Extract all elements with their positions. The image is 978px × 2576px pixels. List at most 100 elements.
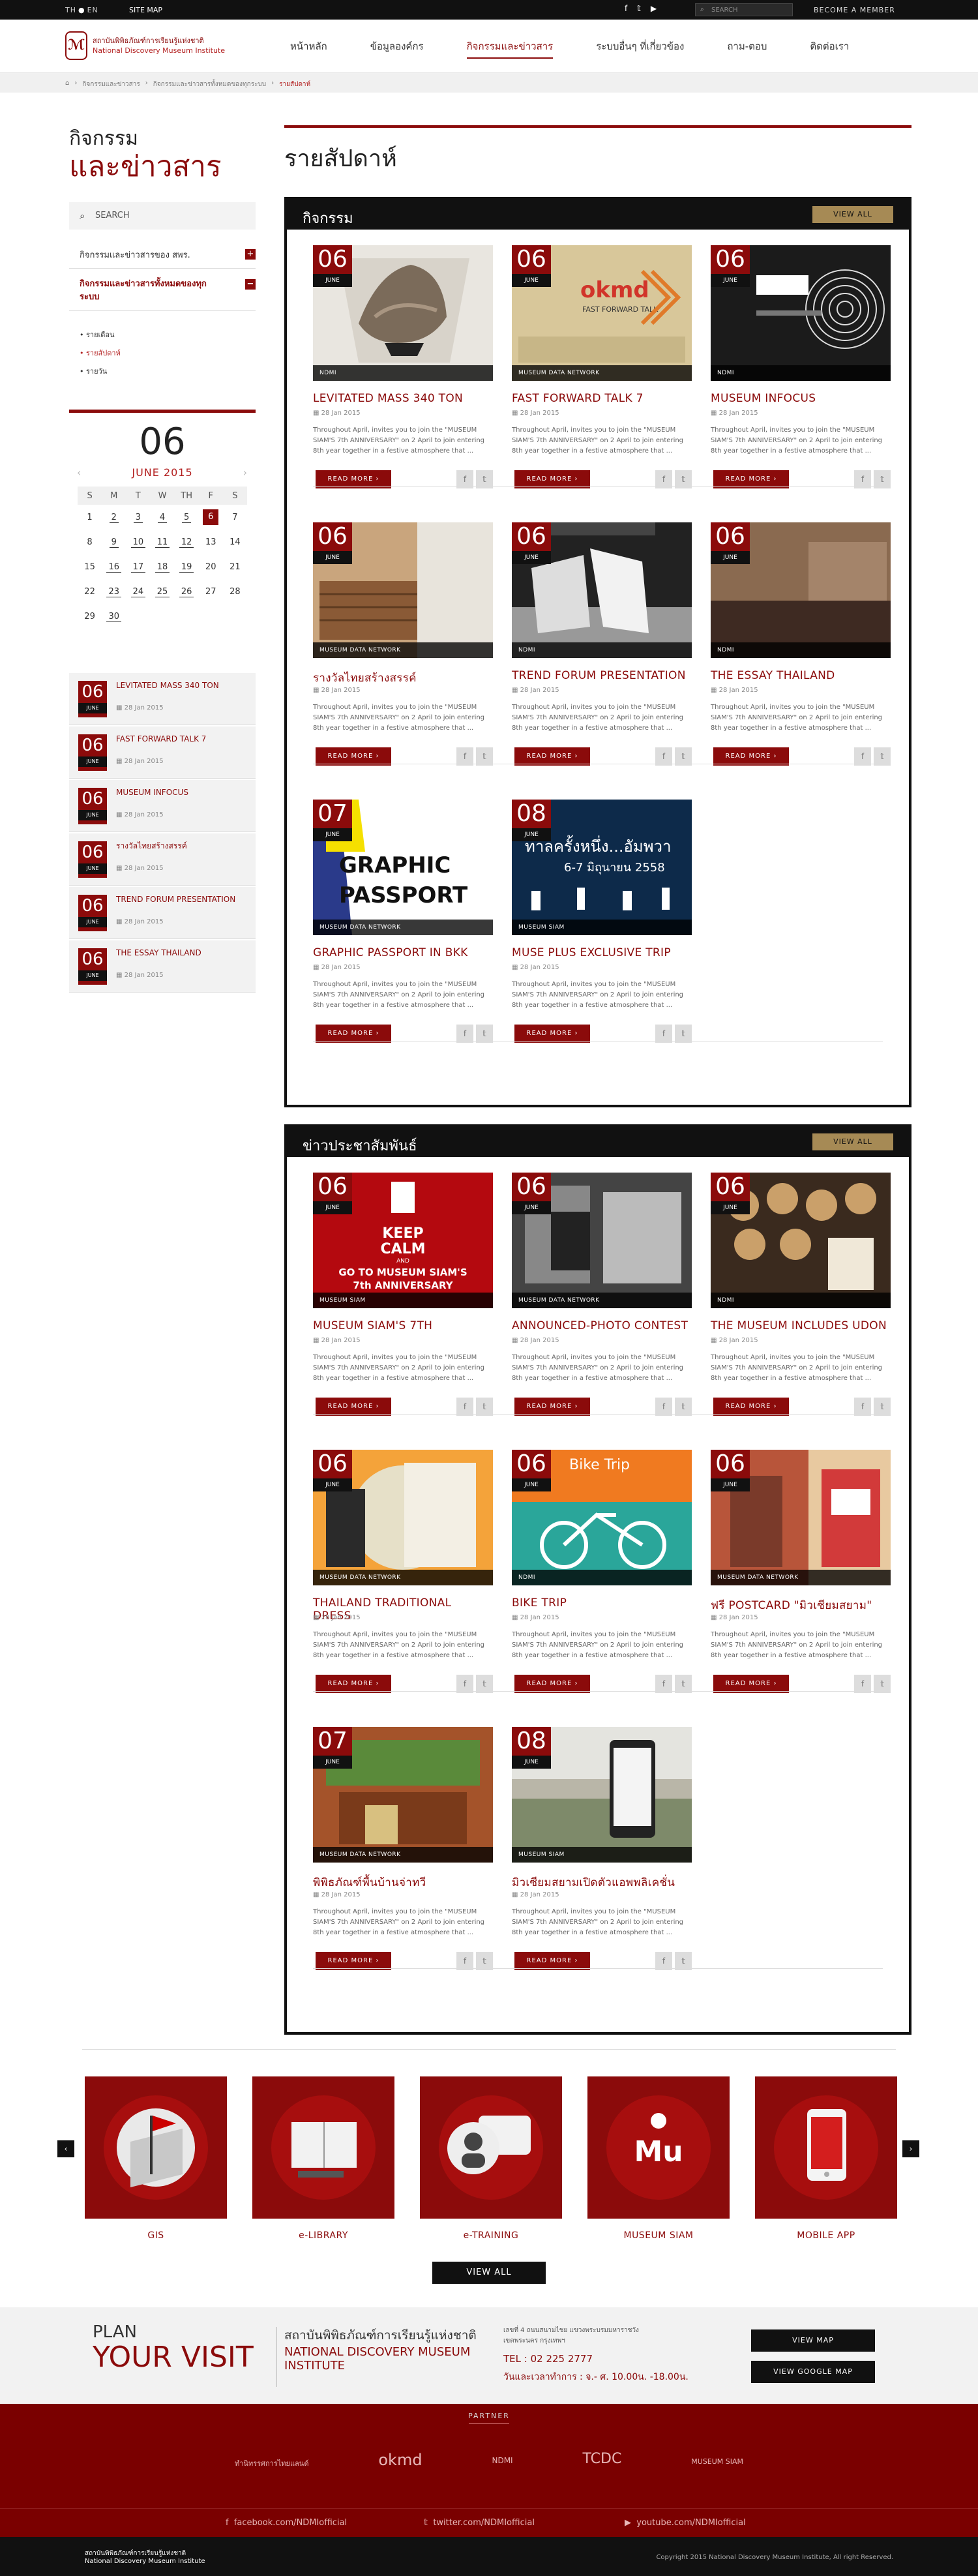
twitter-share-icon[interactable]: 𝕥 (675, 1952, 692, 1970)
calendar-day[interactable]: 8 (78, 530, 102, 554)
facebook-share-icon[interactable]: f (655, 1025, 672, 1043)
quicklink-icon[interactable] (420, 2076, 562, 2219)
read-more-button[interactable]: READ MORE › (316, 470, 391, 488)
calendar-day[interactable]: 20 (199, 554, 223, 579)
sidebar-event-item[interactable]: 06 JUNE LEVITATED MASS 340 TON ▦ 28 Jan 201… (69, 673, 256, 725)
read-more-button[interactable]: READ MORE › (514, 747, 590, 766)
facebook-share-icon[interactable]: f (854, 1398, 871, 1416)
read-more-button[interactable]: READ MORE › (713, 470, 789, 488)
site-logo[interactable]: ℳ สถาบันพิพิธภัณฑ์การเรียนรู้แห่งชาติ Nat… (65, 31, 225, 60)
calendar-day[interactable]: 10 (126, 530, 150, 554)
calendar-day[interactable]: 13 (199, 530, 223, 554)
twitter-share-icon[interactable]: 𝕥 (476, 1025, 493, 1043)
card-title[interactable]: THE MUSEUM INCLUDES UDON (711, 1319, 891, 1332)
facebook-share-icon[interactable]: f (655, 470, 672, 488)
home-icon[interactable]: ⌂ (65, 80, 69, 89)
prev-month-icon[interactable]: ‹ (77, 466, 82, 479)
sidebar-sub-monthly[interactable]: • รายเดือน (80, 326, 121, 344)
sidebar-event-title[interactable]: TREND FORUM PRESENTATION (116, 895, 246, 905)
twitter-share-icon[interactable]: 𝕥 (675, 1398, 692, 1416)
quicklink-label[interactable]: GIS (85, 2230, 227, 2241)
read-more-button[interactable]: READ MORE › (514, 1025, 590, 1043)
sidebar-event-item[interactable]: 06 JUNE THE ESSAY THAILAND ▦ 28 Jan 2015 (69, 940, 256, 993)
top-search-input[interactable]: ⌕ SEARCH (695, 3, 793, 16)
calendar-day[interactable]: 29 (78, 604, 102, 629)
sidebar-event-title[interactable]: LEVITATED MASS 340 TON (116, 681, 246, 691)
facebook-share-icon[interactable]: f (456, 1952, 473, 1970)
nav-faq[interactable]: ถาม-ตอบ (727, 38, 767, 59)
sitemap-link[interactable]: SITE MAP (129, 6, 162, 14)
quicklink-label[interactable]: e-TRAINING (420, 2230, 562, 2241)
quicklink-label[interactable]: e-LIBRARY (252, 2230, 394, 2241)
read-more-button[interactable]: READ MORE › (514, 1952, 590, 1970)
sidebar-sub-daily[interactable]: • รายวัน (80, 363, 121, 381)
sidebar-sub-weekly[interactable]: • รายสัปดาห์ (80, 344, 121, 363)
calendar-day[interactable]: 15 (78, 554, 102, 579)
facebook-share-icon[interactable]: f (854, 1675, 871, 1693)
calendar-day[interactable]: 30 (102, 604, 126, 629)
calendar-day[interactable]: 17 (126, 554, 150, 579)
twitter-share-icon[interactable]: 𝕥 (675, 1675, 692, 1693)
calendar-day[interactable]: 9 (102, 530, 126, 554)
read-more-button[interactable]: READ MORE › (316, 1398, 391, 1416)
facebook-share-icon[interactable]: f (456, 1025, 473, 1043)
sidebar-category-all[interactable]: กิจกรรมและข่าวสารทั้งหมดของทุกระบบ − (69, 271, 256, 311)
twitter-icon[interactable]: 𝕥 (637, 4, 641, 13)
partner-logo[interactable]: TCDC (583, 2451, 622, 2469)
calendar-day[interactable]: 22 (78, 579, 102, 604)
lang-th-link[interactable]: TH (65, 6, 76, 14)
quicklinks-view-all-button[interactable]: VIEW ALL (432, 2262, 546, 2284)
twitter-share-icon[interactable]: 𝕥 (476, 747, 493, 766)
facebook-share-icon[interactable]: f (854, 470, 871, 488)
facebook-share-icon[interactable]: f (854, 747, 871, 766)
card-title[interactable]: ฟรี POSTCARD "มิวเซียมสยาม" (711, 1596, 891, 1614)
calendar-day[interactable]: 4 (150, 505, 174, 530)
twitter-share-icon[interactable]: 𝕥 (874, 747, 891, 766)
calendar-day[interactable]: 16 (102, 554, 126, 579)
quicklink-icon[interactable] (85, 2076, 227, 2219)
twitter-share-icon[interactable]: 𝕥 (476, 470, 493, 488)
nav-home[interactable]: หน้าหลัก (290, 38, 327, 59)
read-more-button[interactable]: READ MORE › (316, 1952, 391, 1970)
nav-related[interactable]: ระบบอื่นๆ ที่เกี่ยวข้อง (596, 38, 684, 59)
card-title[interactable]: ANNOUNCED-PHOTO CONTEST (512, 1319, 692, 1332)
quicklink-label[interactable]: MUSEUM SIAM (587, 2230, 730, 2241)
sidebar-event-title[interactable]: รางวัลไทยสร้างสรรค์ (116, 841, 246, 851)
quicklink-tile[interactable]: GIS (85, 2076, 227, 2241)
activities-view-all-button[interactable]: VIEW ALL (812, 206, 893, 223)
breadcrumb-item[interactable]: กิจกรรมและข่าวสาร (82, 80, 140, 89)
breadcrumb-item[interactable]: กิจกรรมและข่าวสารทั้งหมดของทุกระบบ (153, 80, 266, 89)
calendar-day[interactable]: 26 (175, 579, 199, 604)
view-map-button[interactable]: VIEW MAP (751, 2329, 875, 2352)
calendar-day[interactable]: 19 (175, 554, 199, 579)
twitter-share-icon[interactable]: 𝕥 (874, 1675, 891, 1693)
read-more-button[interactable]: READ MORE › (514, 1675, 590, 1693)
quicklink-icon[interactable]: Mu (587, 2076, 730, 2219)
calendar-day[interactable]: 2 (102, 505, 126, 530)
card-title[interactable]: MUSE PLUS EXCLUSIVE TRIP (512, 946, 692, 959)
twitter-share-icon[interactable]: 𝕥 (675, 1025, 692, 1043)
calendar-day[interactable]: 25 (150, 579, 174, 604)
facebook-share-icon[interactable]: f (456, 747, 473, 766)
card-title[interactable]: FAST FORWARD TALK 7 (512, 392, 692, 405)
sidebar-event-item[interactable]: 06 JUNE TREND FORUM PRESENTATION ▦ 28 Jan 2… (69, 887, 256, 939)
facebook-share-icon[interactable]: f (655, 747, 672, 766)
read-more-button[interactable]: READ MORE › (514, 470, 590, 488)
card-title[interactable]: THE ESSAY THAILAND (711, 669, 891, 682)
quicklink-tile[interactable]: MOBILE APP (755, 2076, 897, 2241)
quicklink-icon[interactable] (252, 2076, 394, 2219)
nav-about[interactable]: ข้อมูลองค์กร (370, 38, 424, 59)
quicklink-label[interactable]: MOBILE APP (755, 2230, 897, 2241)
calendar-day[interactable]: 6 (199, 505, 223, 530)
twitter-share-icon[interactable]: 𝕥 (675, 470, 692, 488)
twitter-share-icon[interactable]: 𝕥 (476, 1398, 493, 1416)
partner-logo[interactable]: okmd (378, 2451, 422, 2469)
facebook-link[interactable]: f facebook.com/NDMIofficial (226, 2518, 347, 2528)
card-title[interactable]: รางวัลไทยสร้างสรรค์ (313, 669, 493, 687)
lang-toggle-icon[interactable]: ● (78, 6, 85, 14)
card-title[interactable]: MUSEUM SIAM'S 7TH (313, 1319, 493, 1332)
card-title[interactable]: BIKE TRIP (512, 1596, 692, 1610)
news-view-all-button[interactable]: VIEW ALL (812, 1133, 893, 1150)
quicklink-tile[interactable]: Mu MUSEUM SIAM (587, 2076, 730, 2241)
facebook-share-icon[interactable]: f (655, 1398, 672, 1416)
